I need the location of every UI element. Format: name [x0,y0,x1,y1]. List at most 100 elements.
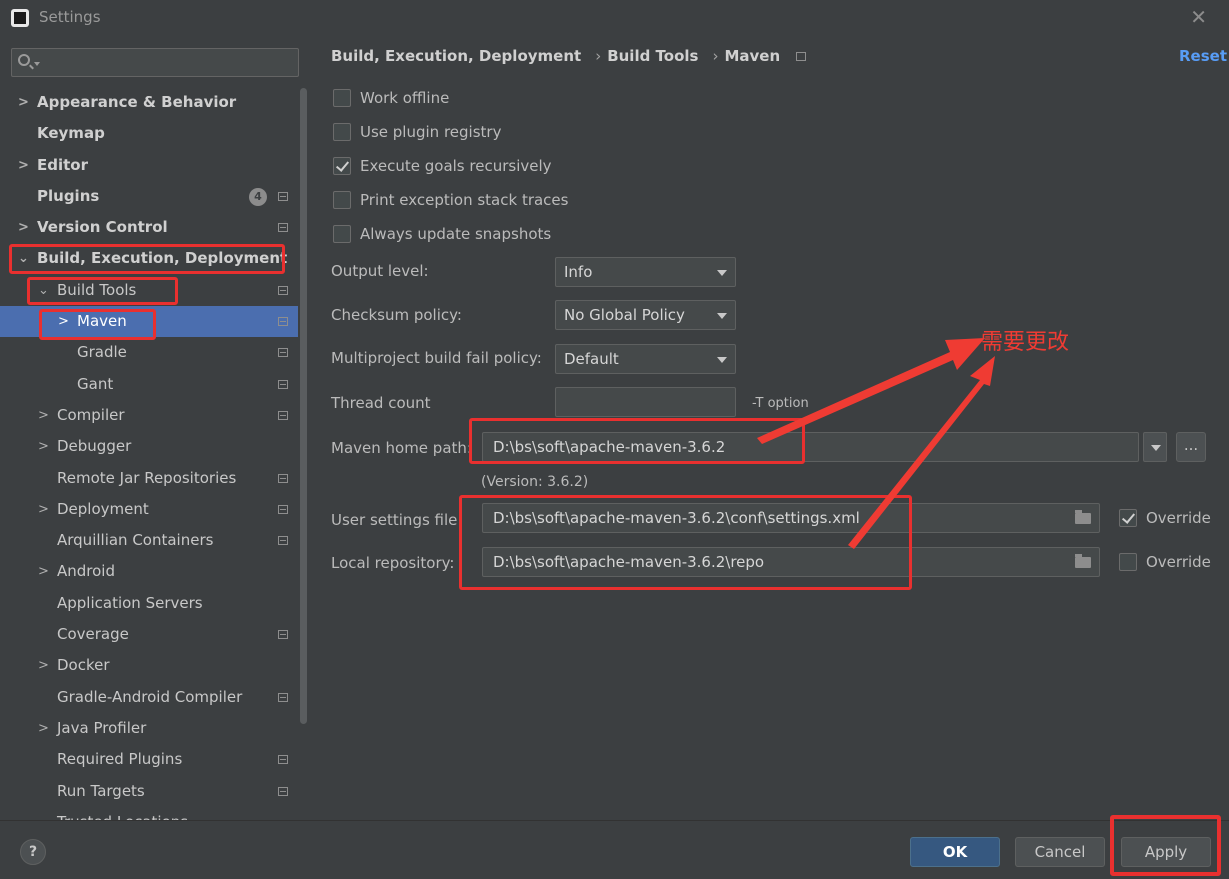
project-level-icon [278,536,288,546]
sidebar-item-remote-jar-repositories[interactable]: Remote Jar Repositories [0,463,298,494]
sidebar-item-java-profiler[interactable]: > Java Profiler [0,713,298,744]
breadcrumb: Build, Execution, Deployment › Build Tools… [331,47,812,65]
select-value: Default [564,350,619,368]
help-button[interactable]: ? [20,839,46,865]
sidebar-item-plugins[interactable]: Plugins 4 [0,181,298,212]
sidebar-item-label: Trusted Locations [57,807,188,820]
multiproject-fail-policy-select[interactable]: Default [555,344,736,374]
folder-icon[interactable] [1075,510,1091,524]
sidebar-item-label: Version Control [37,218,168,237]
sidebar-item-label: Java Profiler [57,718,147,737]
checkbox-label: Always update snapshots [360,225,552,243]
project-level-icon [796,52,807,61]
output-level-label: Output level: [331,262,429,280]
sidebar-item-label: Application Servers [57,593,203,612]
chevron-down-icon [717,270,727,276]
checkbox[interactable] [333,191,351,209]
maven-home-browse-button[interactable]: ... [1176,432,1206,462]
sidebar-item-debugger[interactable]: > Debugger [0,431,298,462]
dialog-footer: ? OK Cancel Apply [0,820,1229,879]
checkbox-label: Override [1146,509,1211,527]
sidebar-item-deployment[interactable]: > Deployment [0,494,298,525]
window-title: Settings [39,8,101,26]
sidebar-item-gradle[interactable]: Gradle [0,337,298,368]
ok-button[interactable]: OK [910,837,1000,867]
sidebar-item-label: Android [57,562,115,581]
chevron-right-icon: > [18,157,29,173]
project-level-icon [278,223,288,233]
annotation-text: 需要更改 [981,330,1070,355]
chevron-down-icon [34,62,40,66]
sidebar-item-gradle-android-compiler[interactable]: Gradle-Android Compiler [0,682,298,713]
title-bar: Settings ✕ [0,0,1229,36]
chevron-right-icon: > [18,220,29,236]
project-level-icon [278,348,288,358]
checkbox[interactable] [333,89,351,107]
sidebar-item-application-servers[interactable]: Application Servers [0,588,298,619]
breadcrumb-item[interactable]: Build, Execution, Deployment [331,47,581,65]
sidebar-item-label: Required Plugins [57,750,183,769]
sidebar-item-version-control[interactable]: > Version Control [0,212,298,243]
settings-sidebar: > Appearance & Behavior Keymap > Editor … [0,36,309,820]
maven-home-label: Maven home path: [331,439,472,457]
checkbox-label: Print exception stack traces [360,191,569,209]
highlight-box [459,495,912,590]
highlight-box [9,244,285,274]
sidebar-item-label: Docker [57,656,110,675]
chevron-right-icon: > [18,95,29,110]
cancel-button[interactable]: Cancel [1015,837,1105,867]
checkbox-label: Work offline [360,89,450,107]
highlight-box [469,418,805,464]
sidebar-item-compiler[interactable]: > Compiler [0,400,298,431]
sidebar-item-label: Plugins [37,186,100,205]
project-level-icon [278,379,288,389]
sidebar-item-trusted-locations[interactable]: Trusted Locations [0,807,298,820]
checkbox[interactable] [1119,553,1137,571]
multiproject-fail-policy-label: Multiproject build fail policy: [331,349,542,367]
sidebar-item-label: Appearance & Behavior [37,93,237,111]
checkbox[interactable] [333,157,351,175]
chevron-right-icon: > [38,564,49,580]
checkbox[interactable] [333,225,351,243]
select-value: No Global Policy [564,306,685,324]
maven-home-dropdown-button[interactable] [1143,432,1167,462]
sidebar-scrollbar[interactable] [300,88,307,724]
project-level-icon [278,786,288,796]
sidebar-item-arquillian-containers[interactable]: Arquillian Containers [0,525,298,556]
checkbox[interactable] [1119,509,1137,527]
close-icon[interactable]: ✕ [1190,5,1207,29]
search-input[interactable] [11,48,299,77]
folder-icon[interactable] [1075,554,1091,568]
breadcrumb-item[interactable]: Build Tools [607,47,698,65]
sidebar-item-label: Gradle [77,343,127,362]
thread-count-input[interactable] [555,387,736,417]
sidebar-item-keymap[interactable]: Keymap [0,118,298,149]
search-icon [18,54,30,66]
breadcrumb-item: Maven [724,47,781,65]
chevron-down-icon [717,357,727,363]
project-level-icon [278,473,288,483]
checksum-policy-select[interactable]: No Global Policy [555,300,736,330]
sidebar-item-android[interactable]: > Android [0,556,298,587]
select-value: Info [564,263,593,281]
checkbox-label: Execute goals recursively [360,157,552,175]
checkbox[interactable] [333,123,351,141]
sidebar-item-docker[interactable]: > Docker [0,650,298,681]
sidebar-item-label: Gradle-Android Compiler [57,687,243,706]
sidebar-item-editor[interactable]: > Editor [0,150,298,181]
thread-count-suffix: -T option [752,396,809,411]
sidebar-item-required-plugins[interactable]: Required Plugins [0,744,298,775]
highlight-box [27,277,178,305]
reset-link[interactable]: Reset [1179,47,1227,65]
project-level-icon [278,504,288,514]
output-level-select[interactable]: Info [555,257,736,287]
sidebar-item-run-targets[interactable]: Run Targets [0,776,298,807]
sidebar-item-gant[interactable]: Gant [0,369,298,400]
sidebar-item-appearance-behavior[interactable]: > Appearance & Behavior [0,87,298,118]
highlight-box [1110,815,1221,876]
chevron-right-icon: > [38,658,49,674]
maven-version-label: (Version: 3.6.2) [481,474,589,490]
checksum-policy-label: Checksum policy: [331,306,462,324]
chevron-right-icon: > [38,501,49,517]
sidebar-item-coverage[interactable]: Coverage [0,619,298,650]
